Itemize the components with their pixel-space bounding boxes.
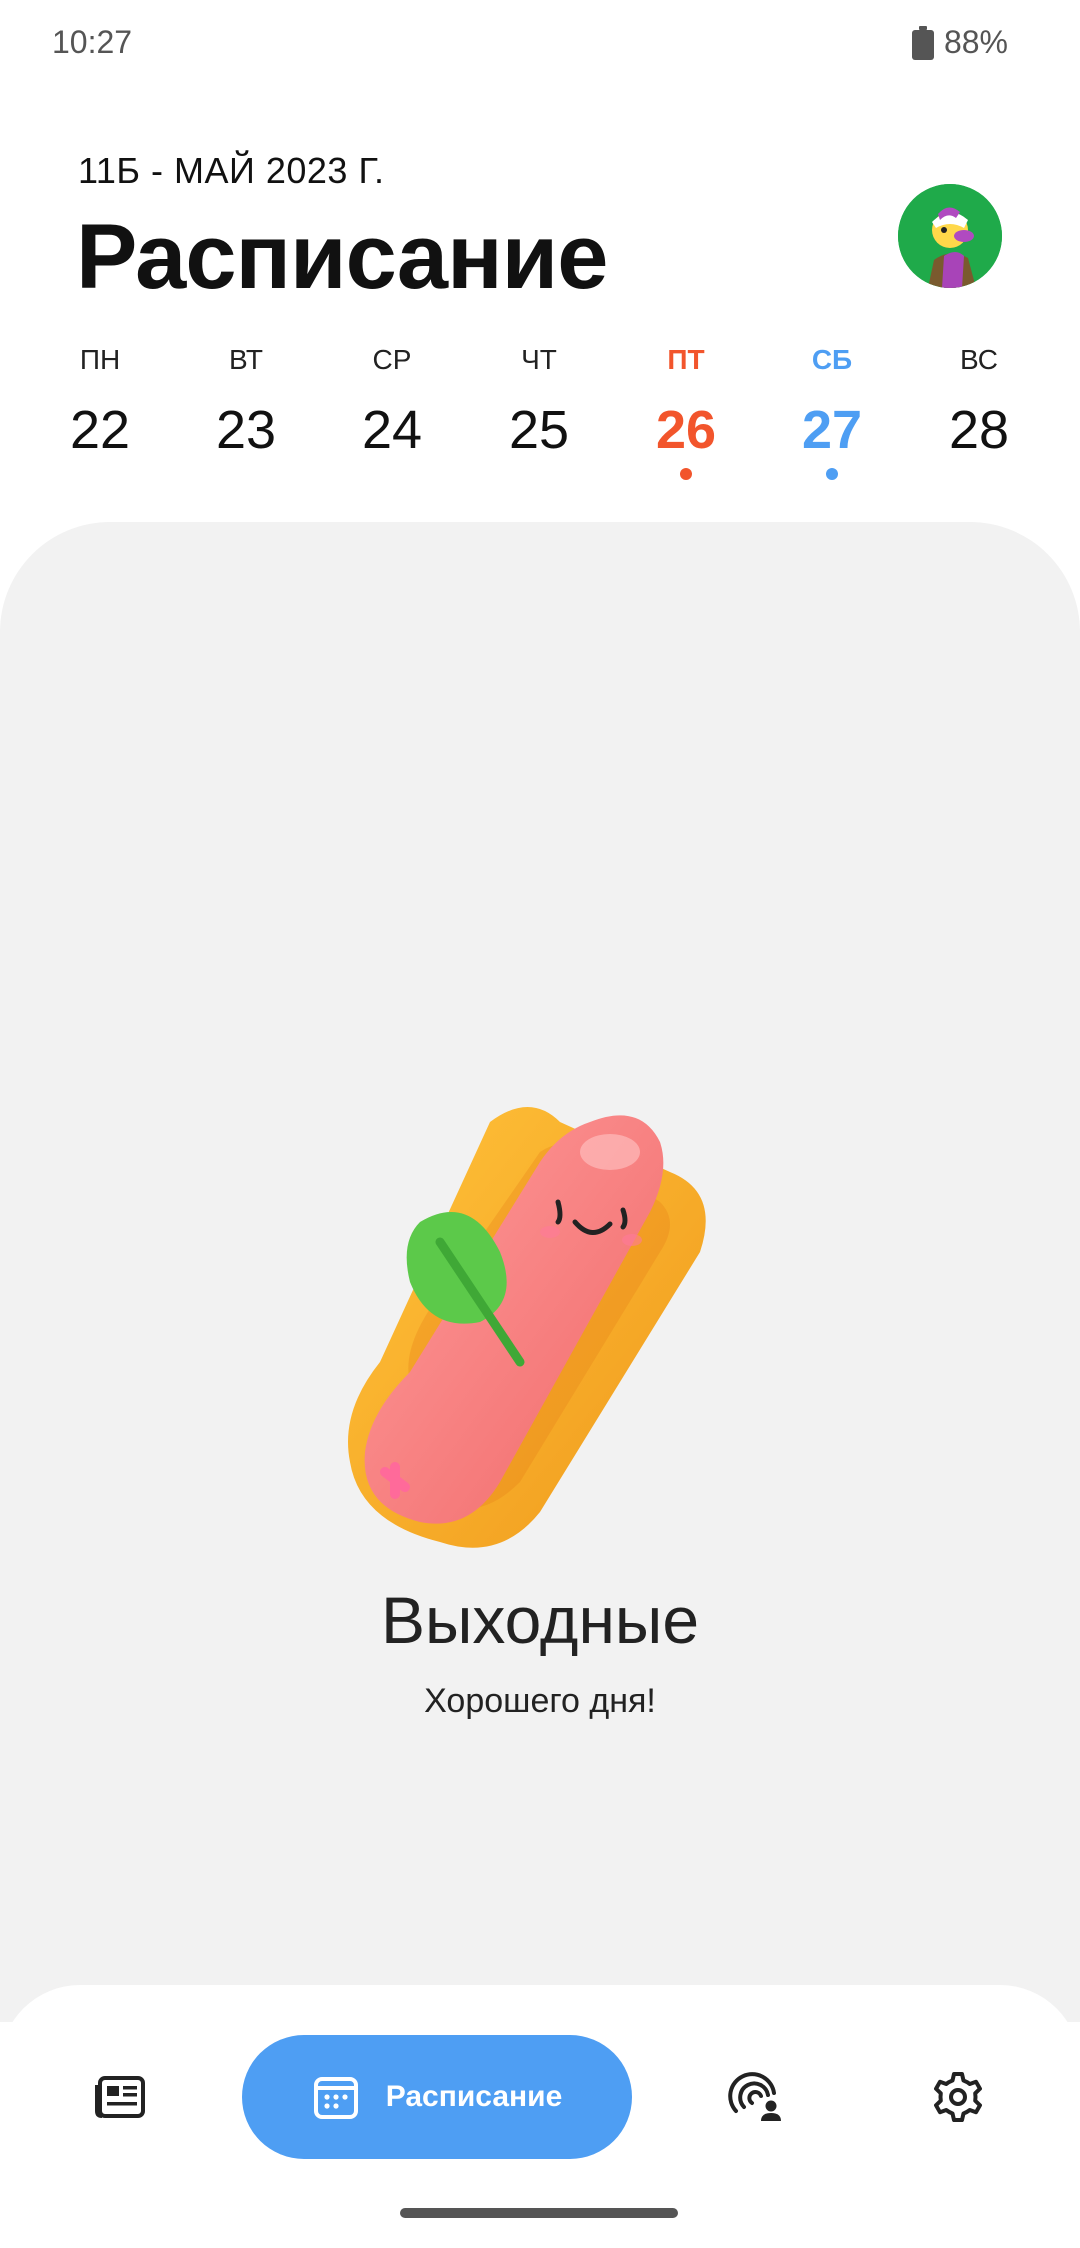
grades-icon (728, 2072, 781, 2121)
nav-grades-button[interactable] (716, 2035, 796, 2159)
day-number: 22 (69, 400, 131, 460)
today-dot (680, 468, 692, 480)
avatar-image (898, 184, 1002, 288)
battery-percent: 88% (943, 24, 1008, 60)
day-name: ВС (960, 344, 998, 375)
day-tue[interactable]: ВТ 23 (186, 340, 306, 462)
screen: 10:27 88% 11Б - МАЙ 2023 Г. Расписание П… (0, 0, 1080, 2248)
day-number: 26 (655, 400, 717, 460)
day-mon[interactable]: ПН 22 (40, 340, 160, 462)
nav-schedule-button[interactable]: Расписание (242, 2035, 632, 2159)
class-month-label: 11Б - МАЙ 2023 Г. (78, 150, 385, 191)
day-number: 27 (801, 400, 863, 460)
day-number: 24 (361, 400, 423, 460)
day-name: ЧТ (521, 344, 557, 375)
day-sat[interactable]: СБ 27 (772, 340, 892, 480)
day-thu[interactable]: ЧТ 25 (479, 340, 599, 462)
day-wed[interactable]: СР 24 (332, 340, 452, 462)
status-right: 88% (911, 24, 1008, 61)
day-name: ВТ (229, 344, 263, 375)
day-name: СР (372, 344, 412, 375)
hotdog-illustration (348, 1107, 706, 1548)
week-selector: ПН 22 ВТ 23 СР 24 ЧТ 25 ПТ 26 СБ 27 ВС 2… (40, 340, 1040, 500)
status-time: 10:27 (52, 24, 133, 60)
day-name: СБ (811, 344, 853, 375)
nav-schedule-label: Расписание (385, 2080, 563, 2113)
nav-settings-button[interactable] (918, 2035, 998, 2159)
day-name: ПТ (667, 344, 705, 375)
status-bar: 10:27 88% (0, 0, 1080, 90)
day-fri[interactable]: ПТ 26 (626, 340, 746, 480)
battery-icon (911, 25, 934, 60)
day-number: 28 (948, 400, 1010, 460)
nav-news-button[interactable] (80, 2035, 160, 2159)
gear-icon (934, 2072, 982, 2122)
selected-dot (826, 468, 838, 480)
avatar[interactable] (898, 184, 1002, 288)
day-number: 25 (508, 400, 570, 460)
home-indicator[interactable] (400, 2208, 678, 2218)
empty-state-title: Выходные (380, 1583, 700, 1657)
day-sun[interactable]: ВС 28 (919, 340, 1039, 462)
schedule-content: Выходные Хорошего дня! (0, 522, 1080, 2022)
calendar-icon (313, 2077, 358, 2119)
news-icon (95, 2076, 145, 2118)
page-title: Расписание (76, 206, 608, 308)
empty-state-subtitle: Хорошего дня! (424, 1682, 656, 1720)
day-number: 23 (215, 400, 277, 460)
day-name: ПН (79, 344, 121, 375)
